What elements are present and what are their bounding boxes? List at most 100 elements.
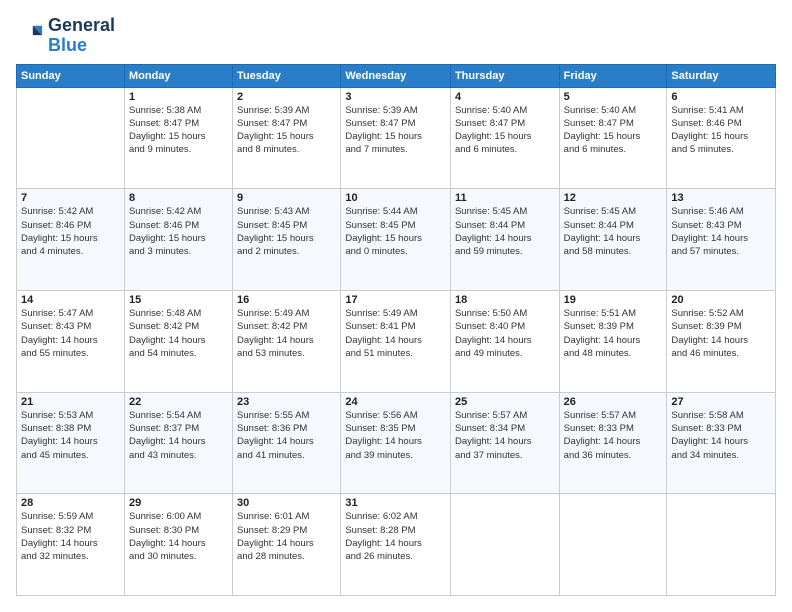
day-info: Sunrise: 5:45 AMSunset: 8:44 PMDaylight:… [564,205,663,258]
calendar-cell: 13Sunrise: 5:46 AMSunset: 8:43 PMDayligh… [667,189,776,291]
calendar-header-sunday: Sunday [17,64,125,87]
day-number: 20 [671,294,771,306]
day-info: Sunrise: 6:01 AMSunset: 8:29 PMDaylight:… [237,510,336,563]
calendar-cell: 19Sunrise: 5:51 AMSunset: 8:39 PMDayligh… [559,290,667,392]
day-number: 21 [21,396,120,408]
day-info: Sunrise: 5:52 AMSunset: 8:39 PMDaylight:… [671,307,771,360]
day-info: Sunrise: 5:40 AMSunset: 8:47 PMDaylight:… [564,104,663,157]
day-number: 6 [671,91,771,103]
day-number: 24 [345,396,446,408]
calendar-header-thursday: Thursday [450,64,559,87]
logo-icon [16,22,44,50]
calendar-cell [667,494,776,596]
calendar-header-row: SundayMondayTuesdayWednesdayThursdayFrid… [17,64,776,87]
calendar-cell: 20Sunrise: 5:52 AMSunset: 8:39 PMDayligh… [667,290,776,392]
calendar-header-monday: Monday [124,64,232,87]
calendar-week-4: 21Sunrise: 5:53 AMSunset: 8:38 PMDayligh… [17,392,776,494]
calendar-cell: 1Sunrise: 5:38 AMSunset: 8:47 PMDaylight… [124,87,232,189]
calendar-cell: 15Sunrise: 5:48 AMSunset: 8:42 PMDayligh… [124,290,232,392]
day-number: 11 [455,192,555,204]
calendar-cell: 24Sunrise: 5:56 AMSunset: 8:35 PMDayligh… [341,392,451,494]
calendar-header-tuesday: Tuesday [233,64,341,87]
day-info: Sunrise: 5:57 AMSunset: 8:34 PMDaylight:… [455,409,555,462]
page-container: General Blue SundayMondayTuesdayWednesda… [0,0,792,612]
day-info: Sunrise: 5:50 AMSunset: 8:40 PMDaylight:… [455,307,555,360]
calendar-cell: 3Sunrise: 5:39 AMSunset: 8:47 PMDaylight… [341,87,451,189]
day-info: Sunrise: 5:55 AMSunset: 8:36 PMDaylight:… [237,409,336,462]
day-info: Sunrise: 5:58 AMSunset: 8:33 PMDaylight:… [671,409,771,462]
header: General Blue [16,16,776,56]
calendar-cell: 14Sunrise: 5:47 AMSunset: 8:43 PMDayligh… [17,290,125,392]
calendar-cell: 8Sunrise: 5:42 AMSunset: 8:46 PMDaylight… [124,189,232,291]
calendar-cell: 9Sunrise: 5:43 AMSunset: 8:45 PMDaylight… [233,189,341,291]
calendar-cell: 22Sunrise: 5:54 AMSunset: 8:37 PMDayligh… [124,392,232,494]
day-number: 23 [237,396,336,408]
day-info: Sunrise: 5:41 AMSunset: 8:46 PMDaylight:… [671,104,771,157]
calendar-cell: 7Sunrise: 5:42 AMSunset: 8:46 PMDaylight… [17,189,125,291]
day-info: Sunrise: 5:54 AMSunset: 8:37 PMDaylight:… [129,409,228,462]
day-info: Sunrise: 5:49 AMSunset: 8:41 PMDaylight:… [345,307,446,360]
day-info: Sunrise: 5:43 AMSunset: 8:45 PMDaylight:… [237,205,336,258]
calendar-cell [17,87,125,189]
day-number: 19 [564,294,663,306]
day-number: 9 [237,192,336,204]
day-number: 30 [237,497,336,509]
calendar-cell [450,494,559,596]
calendar-cell: 25Sunrise: 5:57 AMSunset: 8:34 PMDayligh… [450,392,559,494]
calendar-cell: 26Sunrise: 5:57 AMSunset: 8:33 PMDayligh… [559,392,667,494]
calendar-cell: 21Sunrise: 5:53 AMSunset: 8:38 PMDayligh… [17,392,125,494]
day-info: Sunrise: 5:57 AMSunset: 8:33 PMDaylight:… [564,409,663,462]
calendar-cell: 17Sunrise: 5:49 AMSunset: 8:41 PMDayligh… [341,290,451,392]
day-number: 25 [455,396,555,408]
day-number: 7 [21,192,120,204]
day-number: 17 [345,294,446,306]
day-info: Sunrise: 5:56 AMSunset: 8:35 PMDaylight:… [345,409,446,462]
day-info: Sunrise: 5:59 AMSunset: 8:32 PMDaylight:… [21,510,120,563]
logo: General Blue [16,16,115,56]
day-number: 26 [564,396,663,408]
calendar-cell: 23Sunrise: 5:55 AMSunset: 8:36 PMDayligh… [233,392,341,494]
calendar-cell: 29Sunrise: 6:00 AMSunset: 8:30 PMDayligh… [124,494,232,596]
day-info: Sunrise: 5:42 AMSunset: 8:46 PMDaylight:… [129,205,228,258]
day-number: 22 [129,396,228,408]
day-number: 1 [129,91,228,103]
day-info: Sunrise: 5:39 AMSunset: 8:47 PMDaylight:… [237,104,336,157]
day-number: 13 [671,192,771,204]
calendar-week-5: 28Sunrise: 5:59 AMSunset: 8:32 PMDayligh… [17,494,776,596]
day-info: Sunrise: 5:39 AMSunset: 8:47 PMDaylight:… [345,104,446,157]
calendar-header-wednesday: Wednesday [341,64,451,87]
day-number: 4 [455,91,555,103]
day-info: Sunrise: 5:49 AMSunset: 8:42 PMDaylight:… [237,307,336,360]
calendar-week-2: 7Sunrise: 5:42 AMSunset: 8:46 PMDaylight… [17,189,776,291]
calendar-week-3: 14Sunrise: 5:47 AMSunset: 8:43 PMDayligh… [17,290,776,392]
calendar-cell [559,494,667,596]
day-number: 8 [129,192,228,204]
day-info: Sunrise: 5:38 AMSunset: 8:47 PMDaylight:… [129,104,228,157]
day-number: 16 [237,294,336,306]
calendar-cell: 18Sunrise: 5:50 AMSunset: 8:40 PMDayligh… [450,290,559,392]
calendar-cell: 27Sunrise: 5:58 AMSunset: 8:33 PMDayligh… [667,392,776,494]
day-info: Sunrise: 5:42 AMSunset: 8:46 PMDaylight:… [21,205,120,258]
day-info: Sunrise: 5:47 AMSunset: 8:43 PMDaylight:… [21,307,120,360]
calendar-cell: 30Sunrise: 6:01 AMSunset: 8:29 PMDayligh… [233,494,341,596]
calendar-cell: 10Sunrise: 5:44 AMSunset: 8:45 PMDayligh… [341,189,451,291]
calendar-cell: 4Sunrise: 5:40 AMSunset: 8:47 PMDaylight… [450,87,559,189]
calendar-cell: 2Sunrise: 5:39 AMSunset: 8:47 PMDaylight… [233,87,341,189]
day-info: Sunrise: 5:44 AMSunset: 8:45 PMDaylight:… [345,205,446,258]
day-number: 12 [564,192,663,204]
day-info: Sunrise: 6:00 AMSunset: 8:30 PMDaylight:… [129,510,228,563]
calendar-table: SundayMondayTuesdayWednesdayThursdayFrid… [16,64,776,596]
day-info: Sunrise: 5:40 AMSunset: 8:47 PMDaylight:… [455,104,555,157]
calendar-cell: 31Sunrise: 6:02 AMSunset: 8:28 PMDayligh… [341,494,451,596]
day-info: Sunrise: 5:45 AMSunset: 8:44 PMDaylight:… [455,205,555,258]
calendar-header-saturday: Saturday [667,64,776,87]
day-number: 27 [671,396,771,408]
day-info: Sunrise: 5:48 AMSunset: 8:42 PMDaylight:… [129,307,228,360]
logo-blue: Blue [48,35,87,55]
day-number: 5 [564,91,663,103]
day-number: 31 [345,497,446,509]
day-info: Sunrise: 5:46 AMSunset: 8:43 PMDaylight:… [671,205,771,258]
day-info: Sunrise: 5:51 AMSunset: 8:39 PMDaylight:… [564,307,663,360]
calendar-week-1: 1Sunrise: 5:38 AMSunset: 8:47 PMDaylight… [17,87,776,189]
day-number: 28 [21,497,120,509]
